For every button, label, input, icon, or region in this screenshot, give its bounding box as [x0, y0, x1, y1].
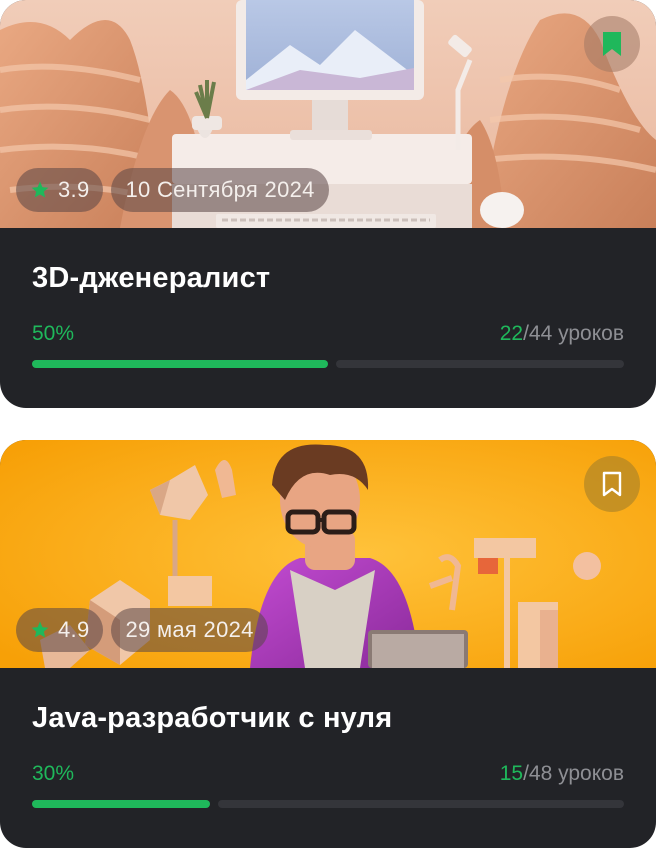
star-icon: [31, 181, 49, 198]
lessons-done: 15: [499, 762, 524, 785]
progress-bar-fill: [32, 360, 328, 368]
rating-value: 4.9: [58, 617, 90, 642]
lessons-count: 15/48 уроков: [500, 762, 624, 786]
course-cover-image: 4.9 29 мая 2024: [0, 440, 656, 668]
course-card[interactable]: 3.9 10 Сентября 2024 3D-дженералист 50% …: [0, 0, 656, 408]
lessons-total: /44 уроков: [523, 322, 624, 345]
course-meta-chips: 4.9 29 мая 2024: [16, 608, 268, 652]
course-date: 10 Сентября 2024: [125, 177, 315, 202]
bookmark-button[interactable]: [584, 16, 640, 72]
date-badge: 10 Сентября 2024: [111, 168, 329, 212]
progress-percent: 30%: [32, 762, 75, 785]
progress-percent: 50%: [32, 322, 75, 345]
course-cover-image: 3.9 10 Сентября 2024: [0, 0, 656, 228]
lessons-done: 22: [499, 322, 524, 345]
rating-badge: 4.9: [16, 608, 104, 652]
course-date: 29 мая 2024: [125, 617, 254, 642]
rating-badge: 3.9: [16, 168, 104, 212]
course-meta-chips: 3.9 10 Сентября 2024: [16, 168, 329, 212]
bookmark-button[interactable]: [584, 456, 640, 512]
progress-bar-fill: [32, 800, 210, 808]
bookmark-filled-icon: [603, 32, 621, 56]
progress-bar-track: [336, 360, 624, 368]
progress-bar-track: [218, 800, 624, 808]
course-title: 3D-дженералист: [32, 262, 271, 294]
star-icon: [31, 621, 49, 638]
rating-value: 3.9: [58, 177, 90, 202]
bookmark-outline-icon: [602, 471, 622, 497]
course-title: Java-разработчик с нуля: [32, 702, 393, 734]
lessons-total: /48 уроков: [523, 762, 624, 785]
course-card[interactable]: 4.9 29 мая 2024 Java-разработчик с нуля …: [0, 440, 656, 848]
lessons-count: 22/44 уроков: [500, 322, 624, 346]
date-badge: 29 мая 2024: [111, 608, 268, 652]
